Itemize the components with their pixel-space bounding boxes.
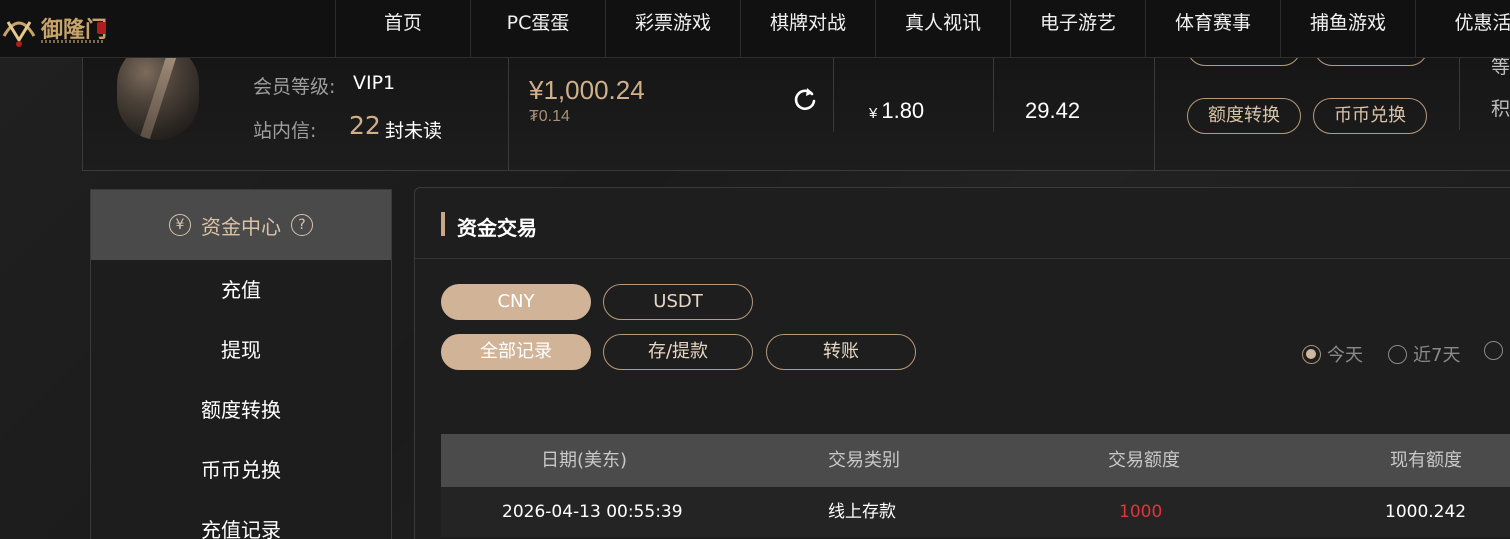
cell-balance: 1000.242 — [1385, 502, 1467, 522]
tab-transfer[interactable]: 转账 — [766, 334, 916, 370]
balance-main: ¥1,000.24 — [529, 75, 645, 105]
sidebar-item-withdraw[interactable]: 提现 — [91, 320, 391, 380]
sidebar: ¥ 资金中心 ? 充值 提现 额度转换 币币兑换 充值记录 — [90, 189, 392, 539]
site-logo[interactable]: 御隆门 — [0, 4, 110, 52]
sidebar-item-deposit[interactable]: 充值 — [91, 260, 391, 320]
nav-item-fishing[interactable]: 捕鱼游戏 — [1280, 0, 1415, 58]
nav-item-live[interactable]: 真人视讯 — [875, 0, 1010, 58]
rebate-currency: ¥ — [869, 105, 878, 122]
sidebar-header: ¥ 资金中心 ? — [91, 190, 391, 260]
points-value: 29.42 — [1025, 98, 1081, 123]
tab-deposit-withdraw[interactable]: 存/提款 — [603, 334, 753, 370]
cut-label-points: 积 — [1491, 98, 1510, 120]
exchange-button[interactable]: 币币兑换 — [1313, 98, 1427, 134]
radio-icon — [1388, 344, 1407, 364]
date-filter-more[interactable] — [1484, 341, 1503, 360]
member-panel: 会员等级: VIP1 站内信: 22 封未读 ¥1,000.24 ₮0.14 ¥… — [82, 30, 1510, 171]
column-header-date: 日期(美东) — [541, 450, 628, 471]
nav-item-slots[interactable]: 电子游艺 — [1010, 0, 1145, 58]
cell-type: 线上存款 — [828, 502, 896, 522]
title-accent-bar — [441, 212, 445, 236]
nav-item-pc-egg[interactable]: PC蛋蛋 — [470, 0, 605, 58]
refresh-icon[interactable] — [791, 85, 819, 113]
main-nav: 首页 PC蛋蛋 彩票游戏 棋牌对战 真人视讯 电子游艺 体育赛事 捕鱼游戏 优惠… — [335, 0, 1510, 58]
date-filter-today[interactable]: 今天 — [1302, 341, 1363, 367]
date-filter-7days[interactable]: 近7天 — [1388, 341, 1460, 367]
sidebar-item-exchange[interactable]: 币币兑换 — [91, 440, 391, 500]
date-filter-label: 今天 — [1327, 345, 1363, 366]
message-unit: 封未读 — [385, 120, 443, 142]
divider — [833, 58, 834, 132]
rebate-value: ¥1.80 — [869, 98, 924, 124]
table-row: 2026-04-13 00:55:39 线上存款 1000 1000.242 — [441, 487, 1510, 537]
column-header-type: 交易类别 — [828, 450, 900, 471]
divider — [508, 58, 509, 171]
rebate-amount: 1.80 — [881, 98, 925, 123]
tab-usdt[interactable]: USDT — [603, 284, 753, 320]
table-header: 日期(美东) 交易类别 交易额度 现有额度 — [441, 434, 1510, 487]
cell-date: 2026-04-13 00:55:39 — [502, 502, 683, 522]
radio-icon — [1484, 341, 1503, 360]
date-filter-label: 近7天 — [1413, 345, 1461, 366]
sidebar-title: 资金中心 — [201, 214, 281, 239]
logo-seal — [97, 22, 106, 34]
nav-item-sports[interactable]: 体育赛事 — [1145, 0, 1280, 58]
main-panel: 资金交易 CNY USDT 全部记录 存/提款 转账 今天 近7天 日期(美东)… — [414, 187, 1510, 539]
divider — [1154, 58, 1155, 171]
divider — [1459, 58, 1460, 130]
page-title: 资金交易 — [457, 216, 537, 240]
logo-emblem-icon — [2, 21, 36, 47]
nav-item-promotions[interactable]: 优惠活 — [1415, 0, 1510, 58]
logo-subtitle — [41, 40, 105, 43]
transfer-button[interactable]: 额度转换 — [1187, 98, 1301, 134]
column-header-balance: 现有额度 — [1390, 450, 1462, 471]
nav-item-home[interactable]: 首页 — [335, 0, 470, 58]
column-header-amount: 交易额度 — [1108, 450, 1180, 471]
nav-item-lottery[interactable]: 彩票游戏 — [605, 0, 740, 58]
sidebar-item-deposit-history[interactable]: 充值记录 — [91, 500, 391, 539]
sidebar-item-transfer[interactable]: 额度转换 — [91, 380, 391, 440]
cell-amount: 1000 — [1119, 502, 1163, 522]
member-level-value: VIP1 — [353, 72, 396, 94]
yen-coin-icon: ¥ — [169, 214, 191, 236]
divider — [415, 258, 1510, 259]
member-level-label: 会员等级: — [253, 76, 336, 98]
nav-item-chess[interactable]: 棋牌对战 — [740, 0, 875, 58]
balance-sub: ₮0.14 — [529, 108, 570, 125]
radio-selected-icon — [1302, 344, 1321, 364]
message-count[interactable]: 22 — [349, 111, 381, 140]
tab-all-records[interactable]: 全部记录 — [441, 334, 591, 370]
divider — [993, 58, 994, 132]
help-icon[interactable]: ? — [291, 214, 313, 236]
top-navbar: 御隆门 首页 PC蛋蛋 彩票游戏 棋牌对战 真人视讯 电子游艺 体育赛事 捕鱼游… — [0, 0, 1510, 58]
message-label: 站内信: — [253, 120, 317, 142]
tab-cny[interactable]: CNY — [441, 284, 591, 320]
